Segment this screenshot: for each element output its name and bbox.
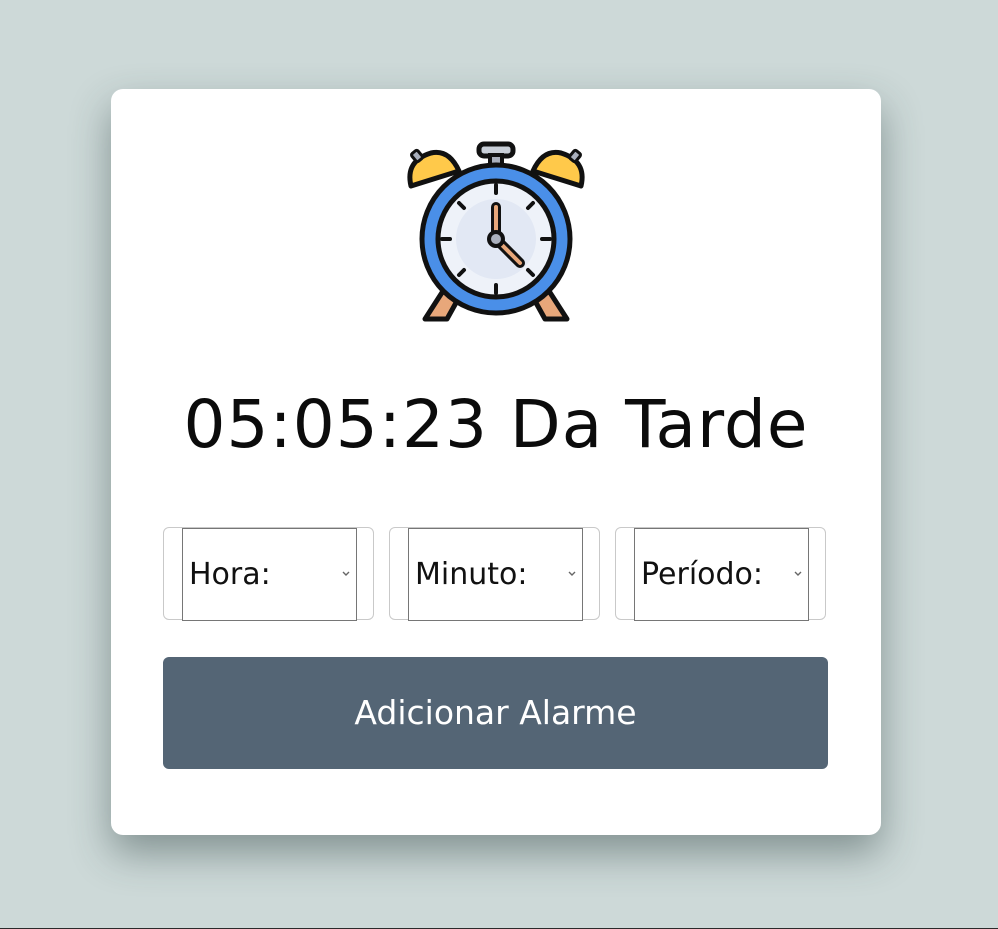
chevron-down-icon: [568, 571, 576, 576]
page-background: 05:05:23 Da Tarde Hora: Minuto: Período:…: [0, 0, 998, 929]
minute-select-label: Minuto:: [415, 557, 528, 592]
alarm-time-selects: Hora: Minuto: Período:: [163, 527, 828, 622]
period-select-wrapper: Período:: [615, 527, 826, 621]
add-alarm-button[interactable]: Adicionar Alarme: [163, 657, 828, 769]
alarm-clock-icon: [407, 141, 585, 322]
minute-select[interactable]: Minuto:: [408, 528, 583, 621]
alarm-card: 05:05:23 Da Tarde Hora: Minuto: Período:…: [111, 89, 881, 835]
hour-select-wrapper: Hora:: [163, 527, 374, 621]
hour-select[interactable]: Hora:: [182, 528, 357, 621]
hour-select-label: Hora:: [189, 557, 271, 592]
current-time-display: 05:05:23 Da Tarde: [183, 386, 809, 463]
period-select[interactable]: Período:: [634, 528, 809, 621]
minute-select-wrapper: Minuto:: [389, 527, 600, 621]
chevron-down-icon: [794, 571, 802, 576]
chevron-down-icon: [342, 571, 350, 576]
period-select-label: Período:: [641, 557, 764, 592]
